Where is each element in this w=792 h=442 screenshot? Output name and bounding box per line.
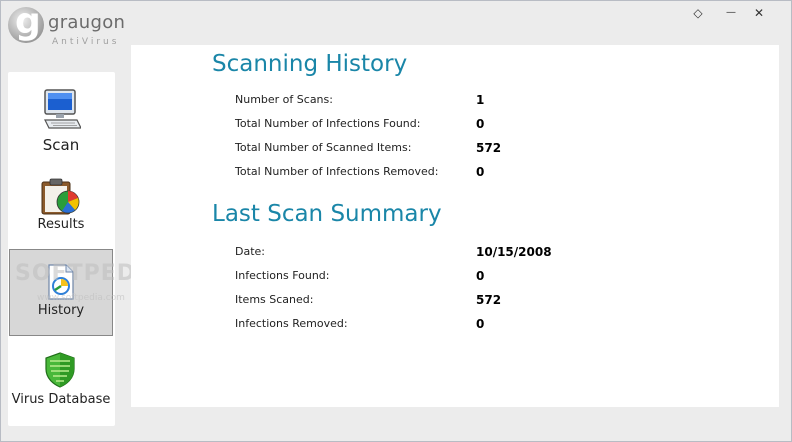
summary-row: Items Scaned: 572	[235, 293, 635, 311]
summary-label: Infections Found:	[235, 269, 330, 282]
sidebar-item-label: Scan	[42, 136, 80, 154]
summary-label: Infections Removed:	[235, 317, 348, 330]
summary-row: Infections Found: 0	[235, 269, 635, 287]
summary-value: 10/15/2008	[476, 245, 552, 259]
stat-row: Total Number of Scanned Items: 572	[235, 141, 635, 159]
stat-value: 0	[476, 117, 485, 131]
stat-label: Total Number of Infections Found:	[235, 117, 421, 130]
sidebar-item-label: Virus Database	[11, 392, 111, 407]
restore-button[interactable]: ◇	[689, 5, 707, 21]
minimize-button[interactable]: —	[722, 5, 740, 21]
clipboard-chart-icon	[41, 178, 80, 215]
last-scan-summary-title: Last Scan Summary	[212, 201, 442, 227]
stat-label: Total Number of Scanned Items:	[235, 141, 412, 154]
stat-value: 572	[476, 141, 502, 155]
scanning-history-title: Scanning History	[212, 51, 408, 77]
stat-label: Number of Scans:	[235, 93, 333, 106]
logo-g-icon	[8, 1, 44, 43]
sidebar-item-virus-database[interactable]: Virus Database	[9, 342, 113, 422]
sidebar: Scan Results History Virus Database	[8, 72, 115, 426]
summary-row: Infections Removed: 0	[235, 317, 635, 335]
stat-row: Total Number of Infections Found: 0	[235, 117, 635, 135]
summary-row: Date: 10/15/2008	[235, 245, 635, 263]
summary-label: Date:	[235, 245, 265, 258]
app-logo: graugon AntiVirus	[8, 1, 138, 51]
summary-value: 0	[476, 317, 485, 331]
monitor-icon	[44, 89, 81, 129]
close-button[interactable]: ✕	[750, 5, 768, 21]
app-window: graugon AntiVirus ◇ — ✕ Scan	[0, 0, 792, 442]
sidebar-item-scan[interactable]: Scan	[9, 80, 113, 168]
app-name: graugon	[48, 12, 126, 33]
stat-value: 0	[476, 165, 485, 179]
sidebar-item-history[interactable]: History	[9, 249, 113, 336]
sidebar-item-label: Results	[37, 217, 85, 232]
summary-label: Items Scaned:	[235, 293, 314, 306]
stat-label: Total Number of Infections Removed:	[235, 165, 439, 178]
shield-icon	[45, 352, 75, 388]
stat-value: 1	[476, 93, 485, 107]
summary-value: 0	[476, 269, 485, 283]
app-tagline: AntiVirus	[52, 37, 120, 47]
history-document-icon	[48, 264, 74, 300]
summary-value: 572	[476, 293, 502, 307]
stat-row: Number of Scans: 1	[235, 93, 635, 111]
sidebar-item-label: History	[37, 303, 85, 318]
stat-row: Total Number of Infections Removed: 0	[235, 165, 635, 183]
main-panel: Scanning History Number of Scans: 1 Tota…	[131, 45, 779, 407]
sidebar-item-results[interactable]: Results	[9, 172, 113, 244]
